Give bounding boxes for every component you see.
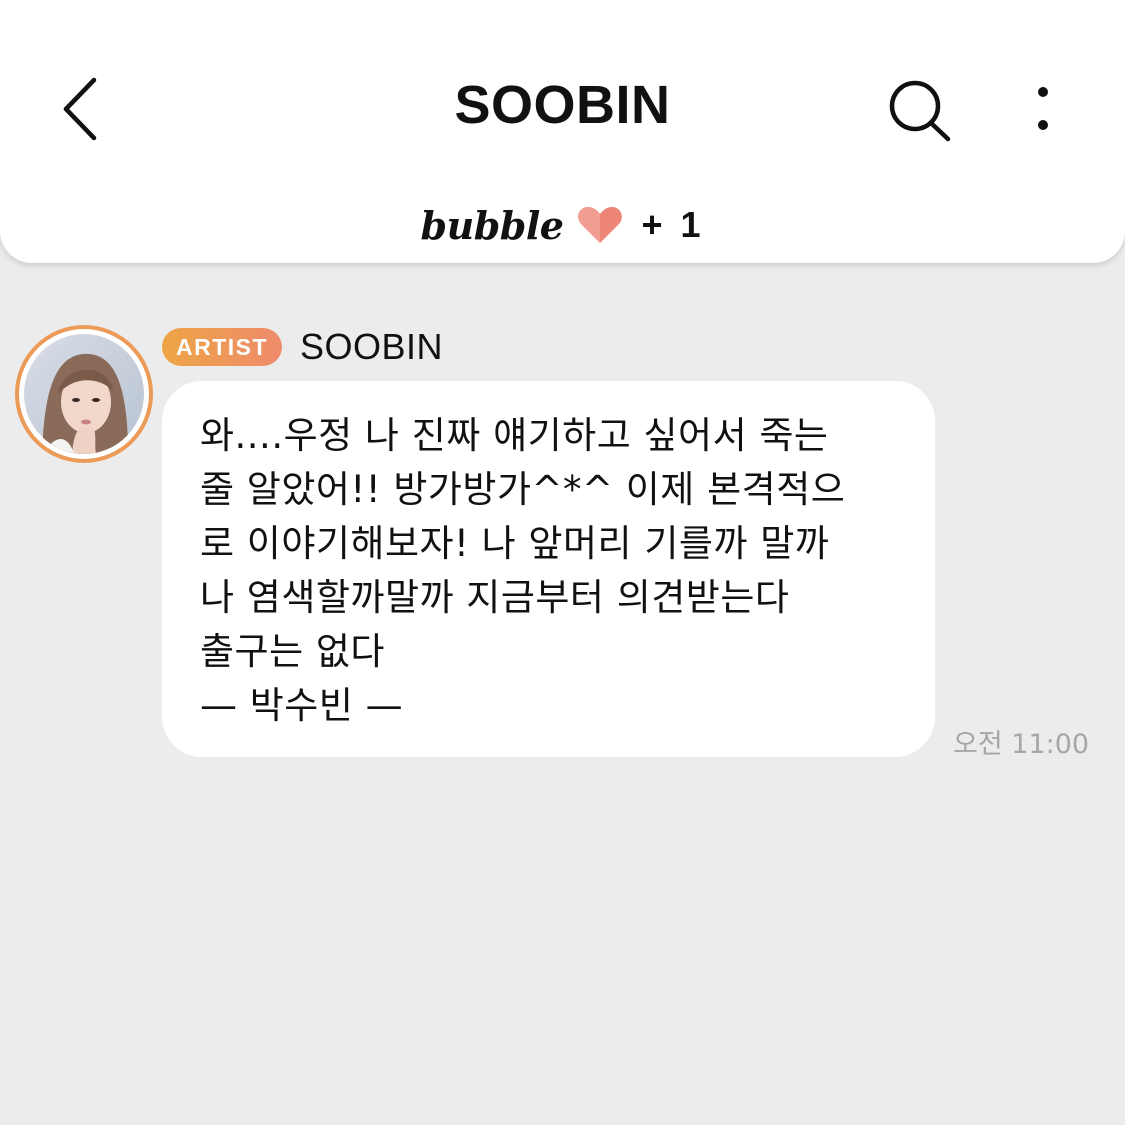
- message-line: 나 염색할까말까 지금부터 의견받는다: [200, 576, 790, 619]
- search-button[interactable]: [885, 78, 957, 146]
- subscription-row[interactable]: bubble + 1: [0, 195, 1125, 255]
- sender-name: SOOBIN: [300, 326, 444, 367]
- message-line: — 박수빈 —: [200, 684, 404, 727]
- more-vertical-icon: [1038, 87, 1048, 130]
- subscription-count: + 1: [641, 204, 705, 245]
- bubble-logo: bubble: [420, 202, 564, 248]
- chat-header: SOOBIN bubble + 1: [0, 0, 1125, 263]
- message-timestamp: 오전 11:00: [953, 729, 1090, 760]
- message-line: 와....우정 나 진짜 얘기하고 싶어서 죽는: [200, 414, 829, 457]
- more-options-button[interactable]: [1025, 80, 1061, 140]
- search-icon: [889, 80, 951, 142]
- message-line: 줄 알았어!! 방가방가^*^ 이제 본격적으: [200, 468, 846, 511]
- message-bubble[interactable]: 와....우정 나 진짜 얘기하고 싶어서 죽는 줄 알았어!! 방가방가^*^…: [162, 381, 935, 757]
- message-line: 출구는 없다: [200, 630, 385, 673]
- heart-icon: [578, 207, 623, 243]
- message-line: 로 이야기해보자! 나 앞머리 기를까 말까: [200, 522, 830, 565]
- avatar[interactable]: [15, 325, 153, 463]
- artist-badge: ARTIST: [162, 328, 282, 366]
- avatar-photo: [24, 334, 144, 454]
